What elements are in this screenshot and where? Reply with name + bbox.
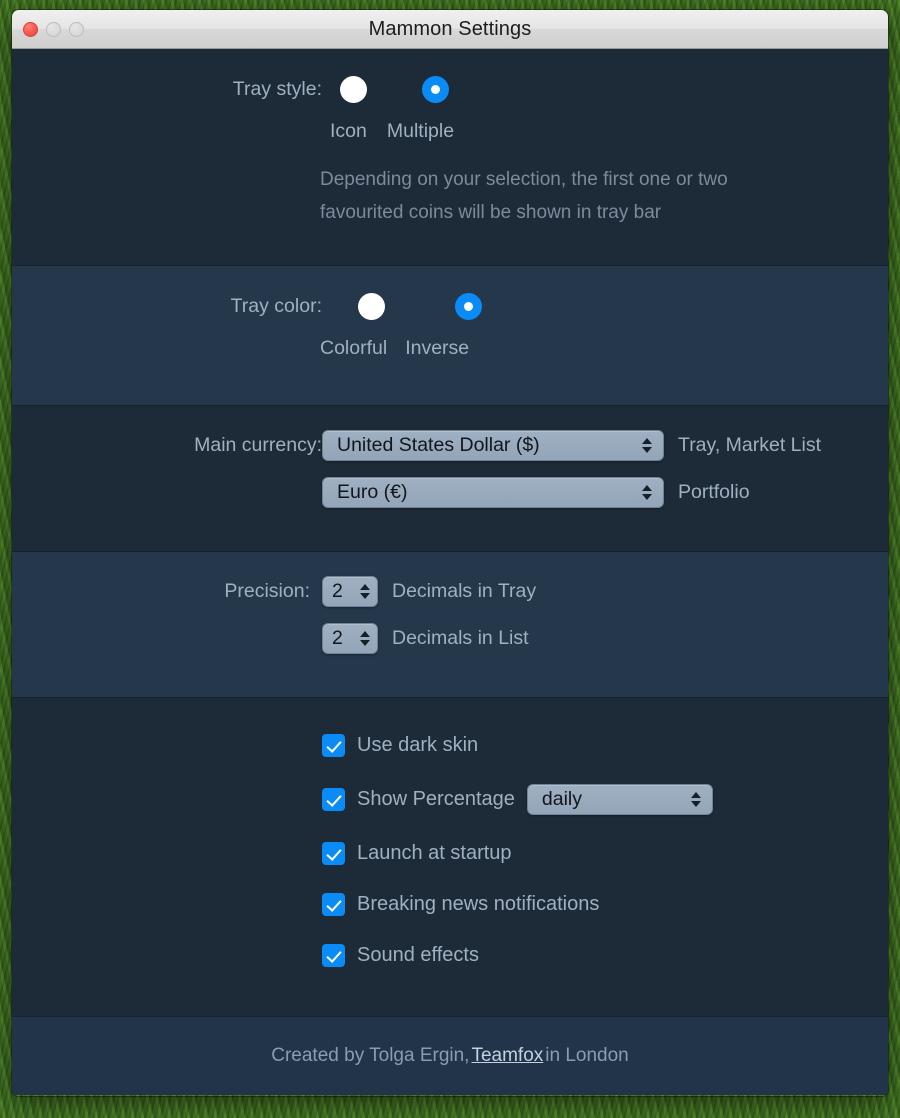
settings-window: Mammon Settings Tray style: Icon Multipl… xyxy=(12,10,888,1096)
toggles-section: Use dark skin Show Percentage daily Laun… xyxy=(12,698,888,1017)
close-button[interactable] xyxy=(23,22,38,37)
radio-tray-style-multiple[interactable] xyxy=(422,76,449,103)
toggle-dark-skin-row[interactable]: Use dark skin xyxy=(322,734,888,757)
precision-tray-hint: Decimals in Tray xyxy=(392,580,537,602)
main-currency-section: Main currency: United States Dollar ($) … xyxy=(12,406,888,552)
checkbox-launch-at-startup[interactable] xyxy=(322,842,345,865)
minimize-button[interactable] xyxy=(46,22,61,37)
stepper-arrows-icon xyxy=(360,629,371,649)
precision-tray-value: 2 xyxy=(332,580,343,602)
checkbox-breaking-news[interactable] xyxy=(322,893,345,916)
tray-color-option-colorful-label[interactable]: Colorful xyxy=(320,337,387,360)
toggle-launch-at-startup-label: Launch at startup xyxy=(357,842,512,864)
main-currency-label: Main currency: xyxy=(194,434,322,456)
toggle-show-percentage-label: Show Percentage xyxy=(357,788,515,810)
stepper-arrows-icon xyxy=(360,582,371,602)
precision-label: Precision: xyxy=(224,580,310,602)
tray-style-section: Tray style: Icon Multiple Depending on y… xyxy=(12,49,888,266)
tray-style-option-icon-label[interactable]: Icon xyxy=(330,120,367,143)
toggle-launch-at-startup-row[interactable]: Launch at startup xyxy=(322,842,888,865)
stepper-arrows-icon xyxy=(642,483,653,503)
toggle-show-percentage-row[interactable]: Show Percentage daily xyxy=(322,784,888,815)
portfolio-currency-hint: Portfolio xyxy=(678,481,750,503)
footer-suffix: in London xyxy=(545,1045,629,1066)
teamfox-link[interactable]: Teamfox xyxy=(471,1045,543,1067)
footer-credits: Created by Tolga Ergin, Teamfox in Londo… xyxy=(12,1017,888,1095)
stepper-arrows-icon xyxy=(642,436,653,456)
checkbox-sound-effects[interactable] xyxy=(322,944,345,967)
portfolio-currency-select[interactable]: Euro (€) xyxy=(322,477,664,508)
maximize-button[interactable] xyxy=(69,22,84,37)
precision-tray-select[interactable]: 2 xyxy=(322,576,378,607)
main-currency-select[interactable]: United States Dollar ($) xyxy=(322,430,664,461)
toggle-sound-effects-row[interactable]: Sound effects xyxy=(322,944,888,967)
portfolio-currency-value: Euro (€) xyxy=(337,481,408,503)
precision-section: Precision: 2 Decimals in Tray 2 Decimals… xyxy=(12,552,888,698)
toggle-sound-effects-label: Sound effects xyxy=(357,944,479,966)
toggle-dark-skin-label: Use dark skin xyxy=(357,734,479,756)
percentage-period-value: daily xyxy=(541,788,582,810)
precision-list-hint: Decimals in List xyxy=(392,627,529,649)
stepper-arrows-icon xyxy=(690,790,702,810)
precision-list-select[interactable]: 2 xyxy=(322,623,378,654)
window-title: Mammon Settings xyxy=(368,17,532,40)
toggle-breaking-news-label: Breaking news notifications xyxy=(357,893,600,915)
radio-tray-color-colorful[interactable] xyxy=(358,293,385,320)
window-titlebar: Mammon Settings xyxy=(12,10,888,49)
tray-style-label: Tray style: xyxy=(232,78,322,100)
radio-tray-color-inverse[interactable] xyxy=(455,293,482,320)
main-currency-hint: Tray, Market List xyxy=(678,434,822,456)
tray-style-option-multiple-label[interactable]: Multiple xyxy=(387,120,454,143)
checkbox-show-percentage[interactable] xyxy=(322,788,345,811)
main-currency-value: United States Dollar ($) xyxy=(337,434,540,456)
precision-list-value: 2 xyxy=(332,627,343,649)
settings-content: Tray style: Icon Multiple Depending on y… xyxy=(12,49,888,1095)
toggle-breaking-news-row[interactable]: Breaking news notifications xyxy=(322,893,888,916)
window-controls xyxy=(23,10,84,49)
tray-color-section: Tray color: Colorful Inverse xyxy=(12,266,888,406)
tray-style-description-line1: Depending on your selection, the first o… xyxy=(320,169,728,190)
percentage-period-select[interactable]: daily xyxy=(526,784,713,815)
radio-tray-style-icon[interactable] xyxy=(340,76,367,103)
tray-style-description-line2: favourited coins will be shown in tray b… xyxy=(320,202,662,223)
tray-color-label: Tray color: xyxy=(230,295,322,317)
checkbox-dark-skin[interactable] xyxy=(322,734,345,757)
footer-prefix: Created by Tolga Ergin, xyxy=(271,1045,470,1066)
tray-color-option-inverse-label[interactable]: Inverse xyxy=(405,337,469,360)
